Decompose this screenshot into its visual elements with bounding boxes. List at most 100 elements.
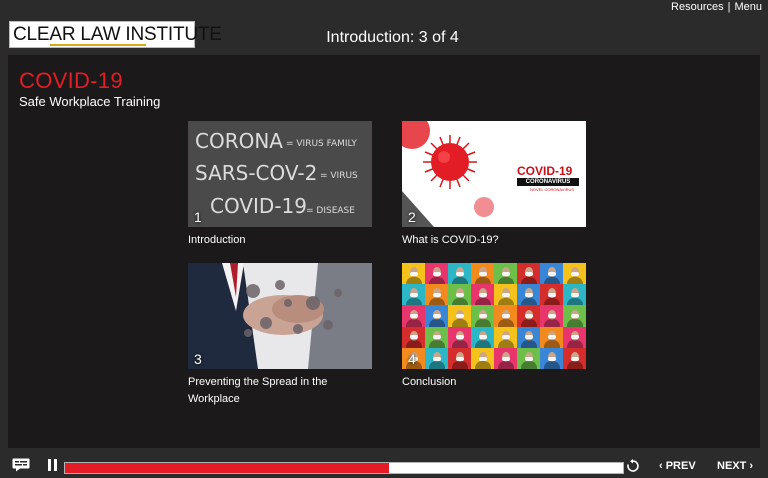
module-number: 3	[194, 351, 202, 367]
module-thumbnail-handshake: 3	[188, 263, 372, 369]
mosaic-mask	[570, 314, 579, 319]
mosaic-mask	[524, 314, 533, 319]
module-card-introduction[interactable]: CORONA = VIRUS FAMILY SARS-COV-2 = VIRUS…	[188, 121, 372, 249]
mosaic-cell	[425, 326, 448, 351]
mosaic-cell	[448, 284, 471, 308]
mosaic-mask	[501, 356, 510, 361]
mosaic-mask	[455, 335, 464, 340]
logo-underline	[50, 44, 146, 46]
replay-button[interactable]	[626, 459, 640, 473]
module-number: 4	[408, 351, 416, 367]
mosaic-cell	[540, 305, 563, 329]
mosaic-cell	[425, 284, 448, 308]
module-label: Conclusion	[402, 376, 457, 388]
mosaic-mask	[409, 293, 418, 298]
pause-icon	[48, 459, 51, 471]
mosaic-cell	[471, 305, 494, 329]
pause-icon-bar	[54, 459, 57, 471]
mosaic-cell	[448, 326, 471, 351]
player-controls: ‹ PREV NEXT ›	[0, 452, 768, 478]
mosaic-cell	[471, 347, 494, 369]
mosaic-mask	[432, 271, 441, 276]
module-label: Preventing the Spread in the Workplace	[188, 376, 328, 405]
mosaic-mask	[432, 293, 441, 298]
page-title: Introduction: 3 of 4	[326, 29, 459, 46]
mosaic-mask	[547, 356, 556, 361]
mosaic-cell	[540, 326, 563, 351]
mosaic-cell	[402, 284, 425, 308]
module-card-conclusion[interactable]: 4 Conclusion	[402, 263, 586, 391]
mosaic-mask	[455, 293, 464, 298]
header-bar: CLEAR LAW INSTITUTE Introduction: 3 of 4…	[0, 0, 768, 55]
mosaic-cell	[540, 284, 563, 308]
mosaic-cell	[425, 305, 448, 329]
module-label: What is COVID-19?	[402, 234, 499, 246]
mosaic-mask	[455, 271, 464, 276]
mosaic-cell	[517, 326, 540, 351]
mosaic-cell	[494, 326, 517, 351]
mosaic-cell	[402, 326, 425, 351]
mosaic-cell	[494, 263, 517, 287]
mosaic-mask	[409, 271, 418, 276]
mosaic-mask	[501, 335, 510, 340]
mosaic-cell	[494, 284, 517, 308]
mosaic-cell	[402, 263, 425, 287]
mosaic-cell	[402, 305, 425, 329]
resources-link[interactable]: Resources	[671, 1, 724, 13]
mosaic-cell	[563, 305, 586, 329]
mosaic-torso	[428, 361, 445, 369]
mosaic-mask	[547, 271, 556, 276]
mosaic-mask	[570, 335, 579, 340]
mosaic-mask	[432, 335, 441, 340]
module-thumbnail-masked-people: 4	[402, 263, 586, 369]
chalk-line-3: COVID-19	[210, 194, 308, 218]
module-label: Introduction	[188, 234, 246, 246]
prev-button[interactable]: ‹ PREV	[659, 460, 696, 472]
chalk-line-1: CORONA	[195, 129, 283, 153]
mosaic-mask	[547, 314, 556, 319]
mosaic-mask	[501, 314, 510, 319]
mosaic-cell	[563, 347, 586, 369]
mosaic-cell	[563, 284, 586, 308]
mosaic-mask	[570, 293, 579, 298]
mosaic-cell	[540, 347, 563, 369]
menu-link[interactable]: Menu	[734, 1, 762, 13]
mosaic-mask	[409, 314, 418, 319]
mosaic-mask	[455, 356, 464, 361]
mosaic-cell	[517, 263, 540, 287]
mosaic-mask	[432, 314, 441, 319]
chalk-note-3: = DISEASE	[306, 206, 355, 216]
mosaic-torso	[543, 361, 560, 369]
mosaic-mask	[478, 314, 487, 319]
mosaic-cell	[448, 305, 471, 329]
slide-content: COVID-19 Safe Workplace Training CORONA …	[8, 55, 760, 448]
mosaic-mask	[478, 356, 487, 361]
captions-button[interactable]	[12, 458, 30, 472]
mosaic-mask	[409, 335, 418, 340]
mosaic-mask	[524, 293, 533, 298]
mosaic-cell	[448, 347, 471, 369]
covid-brand-sub: NOVEL CORONAVIRUS	[530, 187, 575, 192]
chalk-note-1: = VIRUS FAMILY	[286, 139, 357, 149]
next-button[interactable]: NEXT ›	[717, 460, 753, 472]
logo-text: CLEAR LAW INSTITUTE	[13, 24, 222, 45]
module-card-what-is-covid[interactable]: COVID-19 CORONAVIRUS NOVEL CORONAVIRUS 2…	[402, 121, 586, 249]
player-window: CLEAR LAW INSTITUTE Introduction: 3 of 4…	[0, 0, 768, 478]
mosaic-mask	[478, 335, 487, 340]
course-subtitle: Safe Workplace Training	[19, 94, 161, 109]
mosaic-cell	[471, 284, 494, 308]
mosaic-torso	[566, 361, 583, 369]
logo: CLEAR LAW INSTITUTE	[9, 21, 222, 48]
progress-bar[interactable]	[64, 462, 624, 474]
mosaic-mask	[524, 271, 533, 276]
mosaic-cell	[494, 305, 517, 329]
pause-button[interactable]	[46, 459, 58, 472]
mosaic-cell	[425, 263, 448, 287]
module-card-preventing-spread[interactable]: 3 Preventing the Spread in the Workplace	[188, 263, 372, 408]
mosaic-mask	[524, 335, 533, 340]
mosaic-cell	[517, 284, 540, 308]
module-number: 1	[194, 209, 202, 225]
mosaic-cell	[471, 263, 494, 287]
module-number: 2	[408, 209, 416, 225]
mosaic-torso	[497, 361, 514, 369]
